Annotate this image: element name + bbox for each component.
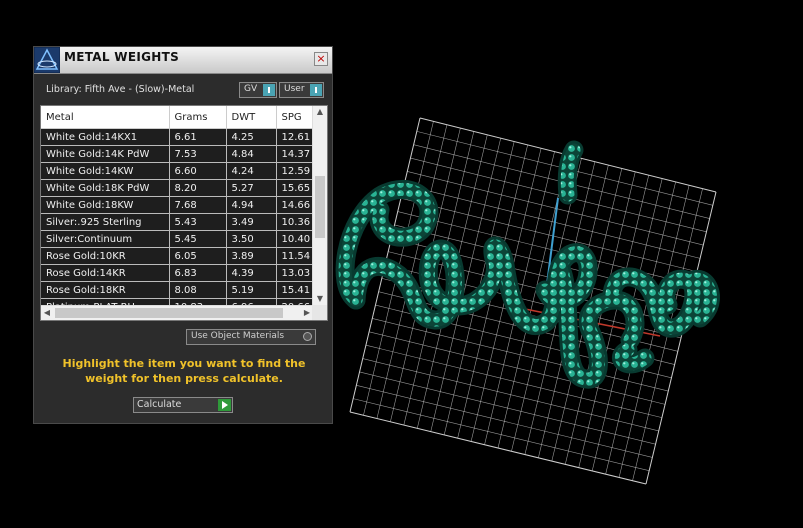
use-object-materials-label: Use Object Materials	[191, 331, 285, 341]
grid-line	[362, 358, 659, 432]
table-row[interactable]: White Gold:14KX1 6.61 4.25 12.61	[41, 128, 314, 146]
horizontal-scroll-thumb[interactable]	[55, 308, 283, 318]
play-arrow-icon	[218, 399, 231, 411]
table-row[interactable]: White Gold:14KW 6.60 4.24 12.59	[41, 162, 314, 180]
panel-title: METAL WEIGHTS	[64, 50, 180, 64]
toggle-switch-icon	[263, 84, 275, 96]
cell-metal: Rose Gold:14KR	[41, 264, 170, 282]
cell-dwt: 3.50	[226, 230, 277, 248]
grid-line	[349, 411, 647, 485]
column-header-grams[interactable]: Grams	[169, 106, 227, 129]
column-header-spg[interactable]: SPG	[276, 106, 314, 129]
column-header-dwt[interactable]: DWT	[226, 106, 277, 129]
table-row[interactable]: White Gold:18K PdW 8.20 5.27 15.65	[41, 179, 314, 197]
grid-line	[359, 371, 656, 445]
cell-grams: 5.43	[169, 213, 227, 231]
cell-spg: 13.03	[276, 264, 314, 282]
grid-line	[353, 398, 650, 472]
table-row[interactable]: Silver:.925 Sterling 5.43 3.49 10.36	[41, 213, 314, 231]
calculate-label: Calculate	[137, 399, 182, 410]
table-row[interactable]: Silver:Continuum 5.45 3.50 10.40	[41, 230, 314, 248]
cell-metal: White Gold:18KW	[41, 196, 170, 214]
cell-grams: 7.68	[169, 196, 227, 214]
cell-metal: White Gold:14KW	[41, 162, 170, 180]
user-toggle[interactable]: User	[279, 82, 324, 98]
column-header-metal[interactable]: Metal	[41, 106, 170, 129]
cell-metal: Rose Gold:10KR	[41, 247, 170, 265]
cell-grams: 6.61	[169, 128, 227, 146]
vertical-scrollbar[interactable]: ▲ ▼	[312, 106, 327, 305]
cell-dwt: 5.19	[226, 281, 277, 299]
cell-dwt: 5.27	[226, 179, 277, 197]
cell-dwt: 4.39	[226, 264, 277, 282]
scroll-up-icon[interactable]: ▲	[313, 106, 327, 118]
cell-spg: 11.54	[276, 247, 314, 265]
cell-spg: 10.40	[276, 230, 314, 248]
metal-table-container: Metal Grams DWT SPG White Gold:14KX1 6.61…	[40, 105, 328, 321]
cell-dwt: 4.25	[226, 128, 277, 146]
cell-spg: 12.59	[276, 162, 314, 180]
cell-metal: White Gold:14KX1	[41, 128, 170, 146]
toggle-switch-icon	[310, 84, 322, 96]
horizontal-scrollbar[interactable]: ◀ ▶	[41, 305, 313, 320]
close-icon[interactable]: ×	[314, 52, 328, 66]
calculate-button[interactable]: Calculate	[133, 397, 233, 413]
panel-titlebar[interactable]: METAL WEIGHTS ×	[33, 46, 332, 74]
cell-dwt: 3.49	[226, 213, 277, 231]
cell-metal: Rose Gold:18KR	[41, 281, 170, 299]
table-row[interactable]: Rose Gold:14KR 6.83 4.39 13.03	[41, 264, 314, 282]
user-toggle-label: User	[284, 84, 305, 94]
cell-spg: 10.36	[276, 213, 314, 231]
cell-spg: 14.37	[276, 145, 314, 163]
scrollbar-corner	[312, 305, 327, 320]
cell-metal: Silver:Continuum	[41, 230, 170, 248]
cell-spg: 12.61	[276, 128, 314, 146]
table-row[interactable]: Rose Gold:10KR 6.05 3.89 11.54	[41, 247, 314, 265]
cell-dwt: 4.94	[226, 196, 277, 214]
cell-grams: 7.53	[169, 145, 227, 163]
cell-spg: 14.66	[276, 196, 314, 214]
cell-grams: 5.45	[169, 230, 227, 248]
cell-grams: 6.05	[169, 247, 227, 265]
grid-line	[645, 191, 717, 485]
table-row[interactable]: White Gold:14K PdW 7.53 4.84 14.37	[41, 145, 314, 163]
metal-weights-table: Metal Grams DWT SPG White Gold:14KX1 6.61…	[41, 106, 314, 316]
radio-icon[interactable]	[303, 332, 312, 341]
cell-metal: White Gold:18K PdW	[41, 179, 170, 197]
cell-metal: White Gold:14K PdW	[41, 145, 170, 163]
scroll-down-icon[interactable]: ▼	[313, 293, 327, 305]
library-label: Library: Fifth Ave - (Slow)-Metal	[46, 84, 195, 95]
scroll-left-icon[interactable]: ◀	[41, 306, 53, 320]
cell-dwt: 4.24	[226, 162, 277, 180]
use-object-materials-option[interactable]: Use Object Materials	[186, 329, 316, 345]
cell-grams: 6.83	[169, 264, 227, 282]
cell-grams: 6.60	[169, 162, 227, 180]
vertical-scroll-thumb[interactable]	[315, 176, 325, 238]
table-row[interactable]: Rose Gold:18KR 8.08 5.19 15.41	[41, 281, 314, 299]
metal-weights-panel: METAL WEIGHTS × Library: Fifth Ave - (Sl…	[33, 46, 333, 424]
instruction-text: Highlight the item you want to find the …	[62, 357, 306, 385]
grid-line	[356, 384, 653, 458]
table-row[interactable]: White Gold:18KW 7.68 4.94 14.66	[41, 196, 314, 214]
app-logo-icon	[33, 46, 61, 74]
cell-metal: Silver:.925 Sterling	[41, 213, 170, 231]
gv-toggle[interactable]: GV	[239, 82, 277, 98]
cell-dwt: 4.84	[226, 145, 277, 163]
cell-grams: 8.08	[169, 281, 227, 299]
cell-spg: 15.41	[276, 281, 314, 299]
cell-dwt: 3.89	[226, 247, 277, 265]
table-header-row: Metal Grams DWT SPG	[41, 106, 314, 129]
gv-toggle-label: GV	[244, 84, 258, 94]
cell-spg: 15.65	[276, 179, 314, 197]
cell-grams: 8.20	[169, 179, 227, 197]
